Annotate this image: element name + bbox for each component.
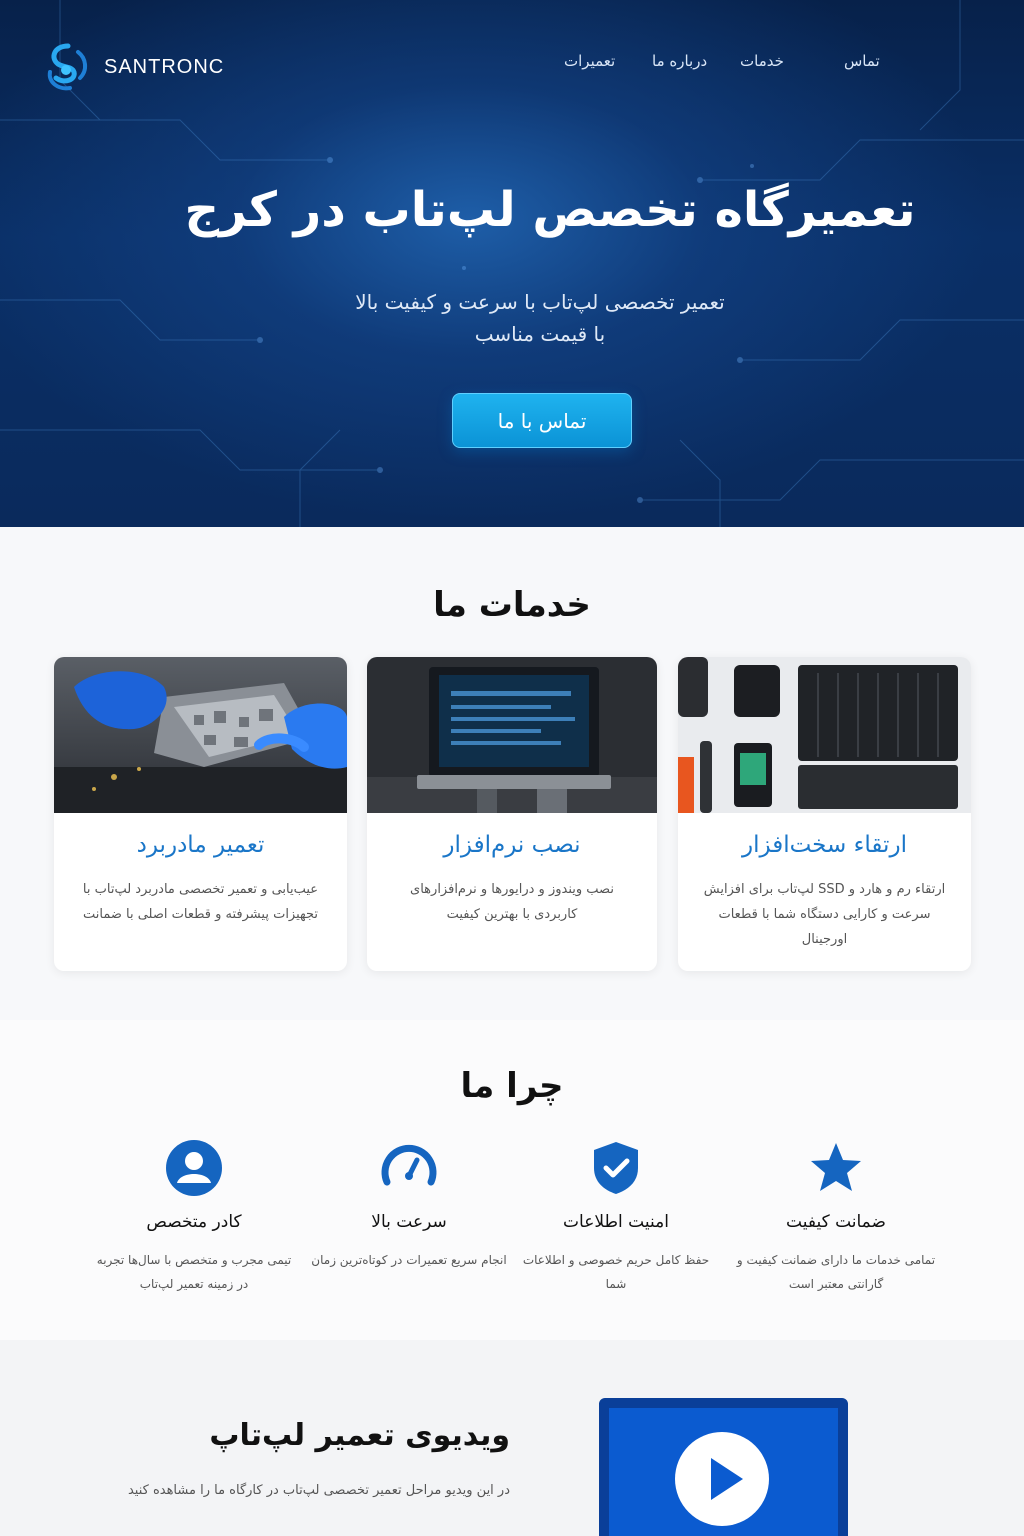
service-card-upgrade[interactable]: ارتقاء سخت‌افزار ارتقاء رم و هارد و SSD …: [678, 657, 971, 971]
main-nav: تماس خدمات درباره ما تعمیرات: [560, 52, 900, 76]
video-description: در این ویدیو مراحل تعمیر تخصصی لپ‌تاب در…: [127, 1483, 510, 1498]
software-install-image: [367, 657, 657, 813]
service-title: تعمیر مادربرد: [136, 832, 265, 858]
hardware-parts-image: [678, 657, 971, 813]
feature-title: سرعت بالا: [371, 1212, 447, 1232]
feature-description: تیمی مجرب و متخصص با سال‌ها تجربه در زمی…: [96, 1253, 292, 1291]
service-card-motherboard[interactable]: تعمیر مادربرد عیب‌یابی و تعمیر تخصصی ماد…: [54, 657, 347, 971]
service-title: ارتقاء سخت‌افزار: [742, 832, 907, 858]
service-description: نصب ویندوز و درایورها و نرم‌افزارهای کار…: [410, 882, 614, 922]
feature-description: انجام سریع تعمیرات در کوتاه‌ترین زمان: [311, 1253, 507, 1267]
feature-title: امنیت اطلاعات: [563, 1212, 669, 1232]
service-description: عیب‌یابی و تعمیر تخصصی مادربرد لپ‌تاب با…: [82, 882, 319, 922]
hero-subtitle-line2: با قیمت مناسب: [474, 322, 606, 346]
service-title: نصب نرم‌افزار: [443, 832, 581, 858]
cta-button[interactable]: تماس با ما: [452, 393, 632, 448]
nav-contact[interactable]: تماس: [844, 52, 880, 70]
hero-section: SANTRONC تماس خدمات درباره ما تعمیرات تع…: [0, 0, 1024, 527]
why-us-section: چرا ما کادر متخصص تیمی مجرب و متخصص با س…: [0, 1020, 1024, 1340]
nav-repairs[interactable]: تعمیرات: [564, 52, 615, 70]
play-icon: [711, 1458, 743, 1500]
services-title: خدمات ما: [433, 585, 591, 625]
shield-check-icon: [594, 1142, 638, 1194]
hero-subtitle-line1: تعمیر تخصصی لپ‌تاب با سرعت و کیفیت بالا: [355, 290, 725, 314]
why-us-title: چرا ما: [460, 1066, 564, 1106]
hero-title: تعمیرگاه تخصص لپ‌تاب در کرج: [184, 182, 916, 238]
service-description: ارتقاء رم و هارد و SSD لپ‌تاب برای افزای…: [703, 882, 946, 947]
service-card-software[interactable]: نصب نرم‌افزار نصب ویندوز و درایورها و نر…: [367, 657, 657, 971]
nav-services[interactable]: خدمات: [740, 52, 784, 70]
feature-description: تمامی خدمات ما دارای ضمانت کیفیت و گاران…: [736, 1253, 936, 1291]
feature-speed: سرعت بالا انجام سریع تعمیرات در کوتاه‌تر…: [309, 1138, 509, 1272]
feature-quality: ضمانت کیفیت تمامی خدمات ما دارای ضمانت ک…: [736, 1138, 936, 1296]
video-section: ویدیوی تعمیر لپ‌تاپ در این ویدیو مراحل ت…: [0, 1340, 1024, 1536]
speedometer-icon: [381, 1144, 437, 1186]
brand-name: SANTRONC: [104, 55, 225, 78]
play-button[interactable]: [675, 1432, 769, 1526]
feature-title: ضمانت کیفیت: [786, 1212, 886, 1232]
logo-icon: [47, 43, 87, 91]
video-title: ویدیوی تعمیر لپ‌تاپ: [209, 1418, 510, 1453]
services-section: خدمات ما تعمیر مادربرد عیب‌یابی و تعمیر …: [0, 527, 1024, 1020]
feature-security: امنیت اطلاعات حفظ کامل حریم خصوصی و اطلا…: [516, 1138, 716, 1296]
brand-logo[interactable]: SANTRONC: [44, 42, 224, 92]
nav-about[interactable]: درباره ما: [652, 52, 707, 70]
star-icon: [811, 1143, 861, 1191]
feature-description: حفظ کامل حریم خصوصی و اطلاعات شما: [522, 1253, 710, 1291]
feature-team: کادر متخصص تیمی مجرب و متخصص با سال‌ها ت…: [94, 1138, 294, 1296]
hero-subtitle: تعمیر تخصصی لپ‌تاب با سرعت و کیفیت بالا …: [290, 286, 790, 350]
user-icon: [166, 1140, 222, 1196]
video-player[interactable]: [599, 1398, 848, 1536]
feature-title: کادر متخصص: [146, 1212, 242, 1232]
motherboard-repair-image: [54, 657, 347, 813]
